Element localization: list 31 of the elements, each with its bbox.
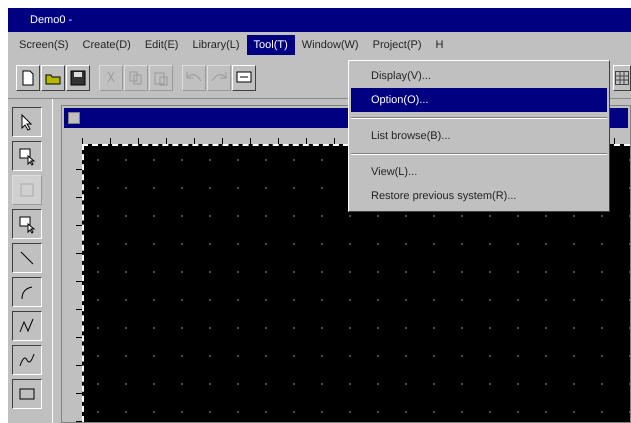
menu-item[interactable]: Create(D) bbox=[76, 35, 138, 55]
menu-item[interactable]: Tool(T) bbox=[246, 35, 295, 55]
new-button[interactable] bbox=[16, 65, 40, 91]
menu-item[interactable]: Library(L) bbox=[185, 35, 247, 55]
select-tool-button[interactable] bbox=[12, 209, 42, 239]
select-icon bbox=[17, 214, 37, 234]
menu-item[interactable]: Restore previous system(R)... bbox=[351, 184, 607, 208]
menu-item[interactable]: Option(O)... bbox=[351, 88, 607, 112]
arc-tool-button[interactable] bbox=[12, 277, 42, 307]
open-button[interactable] bbox=[41, 65, 65, 91]
menu-item[interactable]: Edit(E) bbox=[138, 35, 186, 55]
menu-item[interactable]: View(L)... bbox=[351, 160, 607, 184]
save-button[interactable] bbox=[66, 65, 90, 91]
menu-item[interactable]: Window(W) bbox=[294, 35, 366, 55]
curve-tool-button[interactable] bbox=[12, 345, 42, 375]
rect-tool-button[interactable] bbox=[12, 379, 42, 409]
menu-item[interactable]: Project(P) bbox=[366, 35, 429, 55]
menu-item[interactable]: List browse(B)... bbox=[351, 124, 607, 148]
grid-icon bbox=[615, 71, 629, 85]
pointer-tool-button[interactable] bbox=[12, 107, 42, 137]
window-title: Demo0 - bbox=[8, 8, 631, 32]
menu-item[interactable]: Screen(S) bbox=[12, 35, 76, 55]
polyline-tool-button[interactable] bbox=[12, 311, 42, 341]
screen-button[interactable] bbox=[232, 65, 256, 91]
menu-item[interactable]: Display(V)... bbox=[351, 64, 607, 88]
menu-item[interactable]: H bbox=[428, 35, 450, 55]
window-icon bbox=[68, 112, 80, 124]
select-tool-button[interactable] bbox=[12, 141, 42, 171]
line-tool-button[interactable] bbox=[12, 243, 42, 273]
select-icon bbox=[17, 146, 37, 166]
grid-button[interactable] bbox=[613, 65, 631, 91]
